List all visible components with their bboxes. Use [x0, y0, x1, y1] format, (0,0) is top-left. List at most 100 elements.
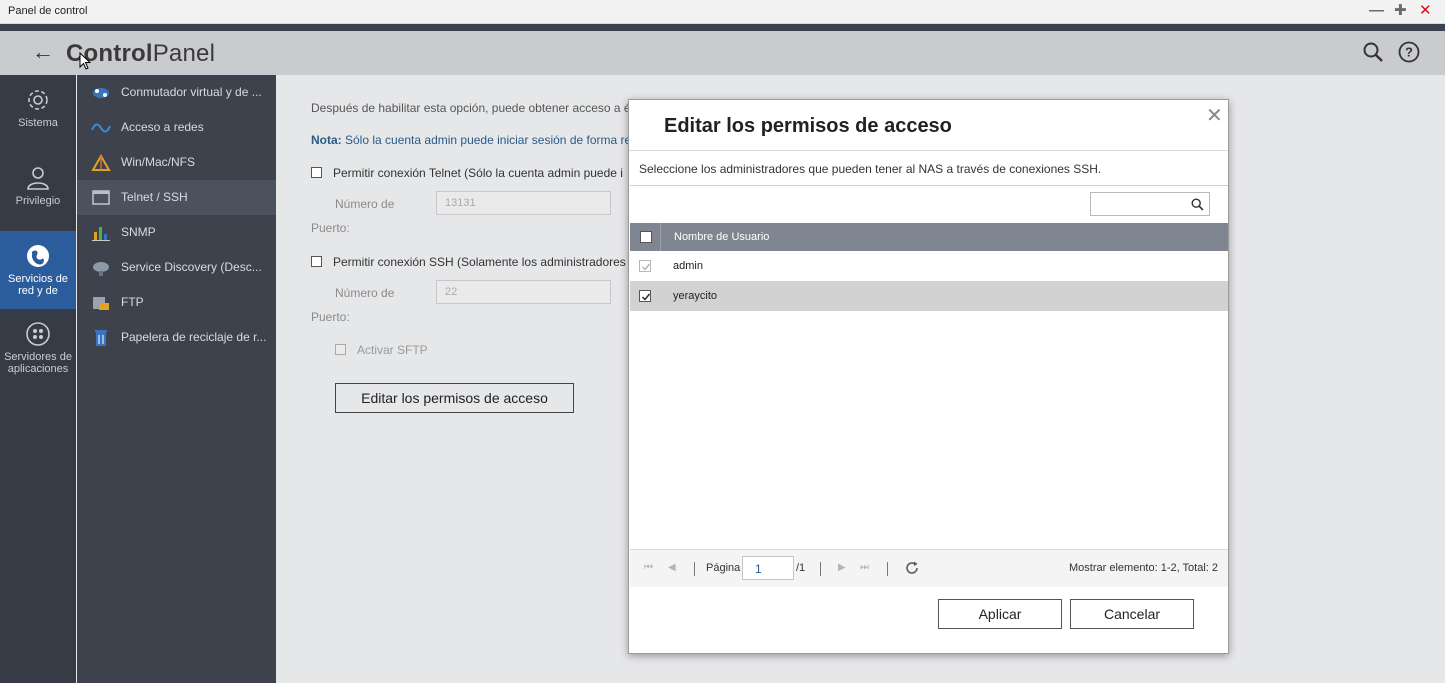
help-icon[interactable]: ? [1398, 41, 1420, 63]
page-total: /1 [796, 562, 806, 574]
page-number-input[interactable]: 1 [742, 556, 794, 580]
nav-item-snmp[interactable]: SNMP [77, 215, 276, 250]
triangle-icon [91, 154, 111, 171]
nav-label: Papelera de reciclaje de r... [121, 330, 267, 344]
rail-label: Servicios de red y de [8, 273, 68, 297]
dialog-close-icon[interactable]: ✕ [1206, 106, 1223, 126]
note-body: Sólo la cuenta admin puede iniciar sesió… [341, 133, 632, 147]
row-checkbox[interactable] [639, 290, 651, 302]
page-label: Página [706, 562, 741, 574]
ssh-checkbox[interactable] [311, 256, 322, 267]
gear-icon [28, 90, 48, 110]
previous-page-icon[interactable]: ◀ [668, 561, 676, 575]
rail-item-servidores[interactable]: Servidores de aplicaciones [0, 321, 76, 381]
network-switch-icon [93, 88, 109, 98]
user-grid: Nombre de Usuario admin yeraycito [630, 185, 1228, 587]
nav-item-conmutador[interactable]: Conmutador virtual y de ... [77, 75, 276, 110]
nav-label: Telnet / SSH [121, 190, 188, 204]
nav-item-papelera[interactable]: Papelera de reciclaje de r... [77, 320, 276, 355]
pager-separator [694, 562, 695, 576]
sftp-label: Activar SFTP [357, 343, 428, 357]
search-icon[interactable] [1362, 41, 1384, 63]
nav-label: FTP [121, 295, 144, 309]
dialog-title: Editar los permisos de acceso [664, 115, 952, 137]
folder-icon [93, 297, 109, 310]
select-all-checkbox[interactable] [640, 231, 652, 243]
nav-item-winmacnfs[interactable]: Win/Mac/NFS [77, 145, 276, 180]
grid-header: Nombre de Usuario [630, 223, 1228, 251]
apps-grid-icon [26, 322, 50, 346]
row-username: yeraycito [673, 290, 718, 302]
bar-chart-icon [92, 227, 110, 241]
dialog-description: Seleccione los administradores que puede… [639, 162, 1102, 176]
next-page-icon[interactable]: ▶ [838, 561, 846, 575]
display-info: Mostrar elemento: 1-2, Total: 2 [1069, 562, 1218, 574]
arrow-left-icon[interactable]: ← [32, 39, 54, 65]
window-title: Panel de control [8, 5, 88, 17]
table-row[interactable]: admin [630, 251, 1228, 281]
telnet-port-label-2: Puerto: [311, 221, 350, 235]
ssh-port-label: Número de [335, 286, 395, 300]
telnet-checkbox[interactable] [311, 167, 322, 178]
rail-item-sistema[interactable]: Sistema [0, 87, 76, 143]
checkmark-icon [642, 263, 651, 271]
rail-item-privilegio[interactable]: Privilegio [0, 165, 76, 221]
telnet-label: Permitir conexión Telnet (Sólo la cuenta… [333, 166, 623, 180]
pager-separator [820, 562, 821, 576]
nav-label: Conmutador virtual y de ... [121, 85, 262, 99]
sftp-checkbox[interactable] [335, 344, 346, 355]
recycle-bin-icon [95, 330, 107, 346]
ssh-port-label-2: Puerto: [311, 310, 350, 324]
column-separator [660, 223, 661, 251]
mouse-cursor-icon [79, 52, 91, 70]
nav-item-telnet-ssh[interactable]: Telnet / SSH [77, 180, 276, 215]
nav-item-acceso[interactable]: Acceso a redes [77, 110, 276, 145]
nav-item-service-discovery[interactable]: Service Discovery (Desc... [77, 250, 276, 285]
checkmark-icon [642, 293, 651, 301]
telnet-port-label: Número de [335, 197, 395, 211]
sub-navigation: Conmutador virtual y de ... Acceso a red… [77, 75, 276, 683]
search-icon [1191, 198, 1204, 211]
user-icon [27, 167, 49, 190]
rail-label: Privilegio [15, 195, 61, 207]
intro-text: Después de habilitar esta opción, puede … [311, 101, 631, 115]
row-username: admin [673, 260, 703, 272]
terminal-icon [92, 190, 110, 205]
brand-light: Panel [152, 40, 216, 67]
app-header: ← ControlPanel ? [0, 31, 1445, 75]
left-rail: Sistema Privilegio Servicios de red y de… [0, 75, 76, 683]
nav-label: Service Discovery (Desc... [121, 260, 262, 274]
cancel-button[interactable]: Cancelar [1070, 599, 1194, 629]
edit-permissions-button[interactable]: Editar los permisos de acceso [335, 383, 574, 413]
window-strip [0, 24, 1445, 31]
pagination-bar: ⏮ ◀ Página 1 /1 ▶ ⏭ Mostrar elemento: 1-… [630, 549, 1228, 587]
minimize-icon[interactable]: — [1369, 3, 1384, 19]
ssh-label: Permitir conexión SSH (Solamente los adm… [333, 255, 626, 269]
wave-icon [91, 123, 111, 133]
search-input[interactable] [1090, 192, 1210, 216]
ssh-port-input[interactable]: 22 [436, 280, 611, 304]
window-title-bar: Panel de control — ✚ ✕ [0, 0, 1445, 24]
last-page-icon[interactable]: ⏭ [860, 561, 869, 575]
nav-label: Acceso a redes [121, 120, 204, 134]
first-page-icon[interactable]: ⏮ [644, 561, 653, 575]
row-checkbox[interactable] [639, 260, 651, 272]
globe-icon [27, 245, 49, 267]
rail-label: Servidores de aplicaciones [4, 351, 72, 375]
apply-button[interactable]: Aplicar [938, 599, 1062, 629]
note-label: Nota: [311, 133, 342, 147]
refresh-icon[interactable] [905, 561, 919, 575]
close-icon[interactable]: ✕ [1419, 3, 1432, 19]
table-row[interactable]: yeraycito [630, 281, 1228, 311]
satellite-icon [93, 262, 109, 276]
maximize-icon[interactable]: ✚ [1394, 3, 1407, 19]
divider [629, 150, 1228, 151]
pager-separator [887, 562, 888, 576]
nav-item-ftp[interactable]: FTP [77, 285, 276, 320]
telnet-port-input[interactable]: 13131 [436, 191, 611, 215]
rail-label: Sistema [18, 117, 58, 129]
rail-item-servicios[interactable]: Servicios de red y de [0, 231, 76, 309]
nav-label: SNMP [121, 225, 156, 239]
svg-text:?: ? [1405, 45, 1413, 60]
column-header-username[interactable]: Nombre de Usuario [674, 231, 769, 243]
